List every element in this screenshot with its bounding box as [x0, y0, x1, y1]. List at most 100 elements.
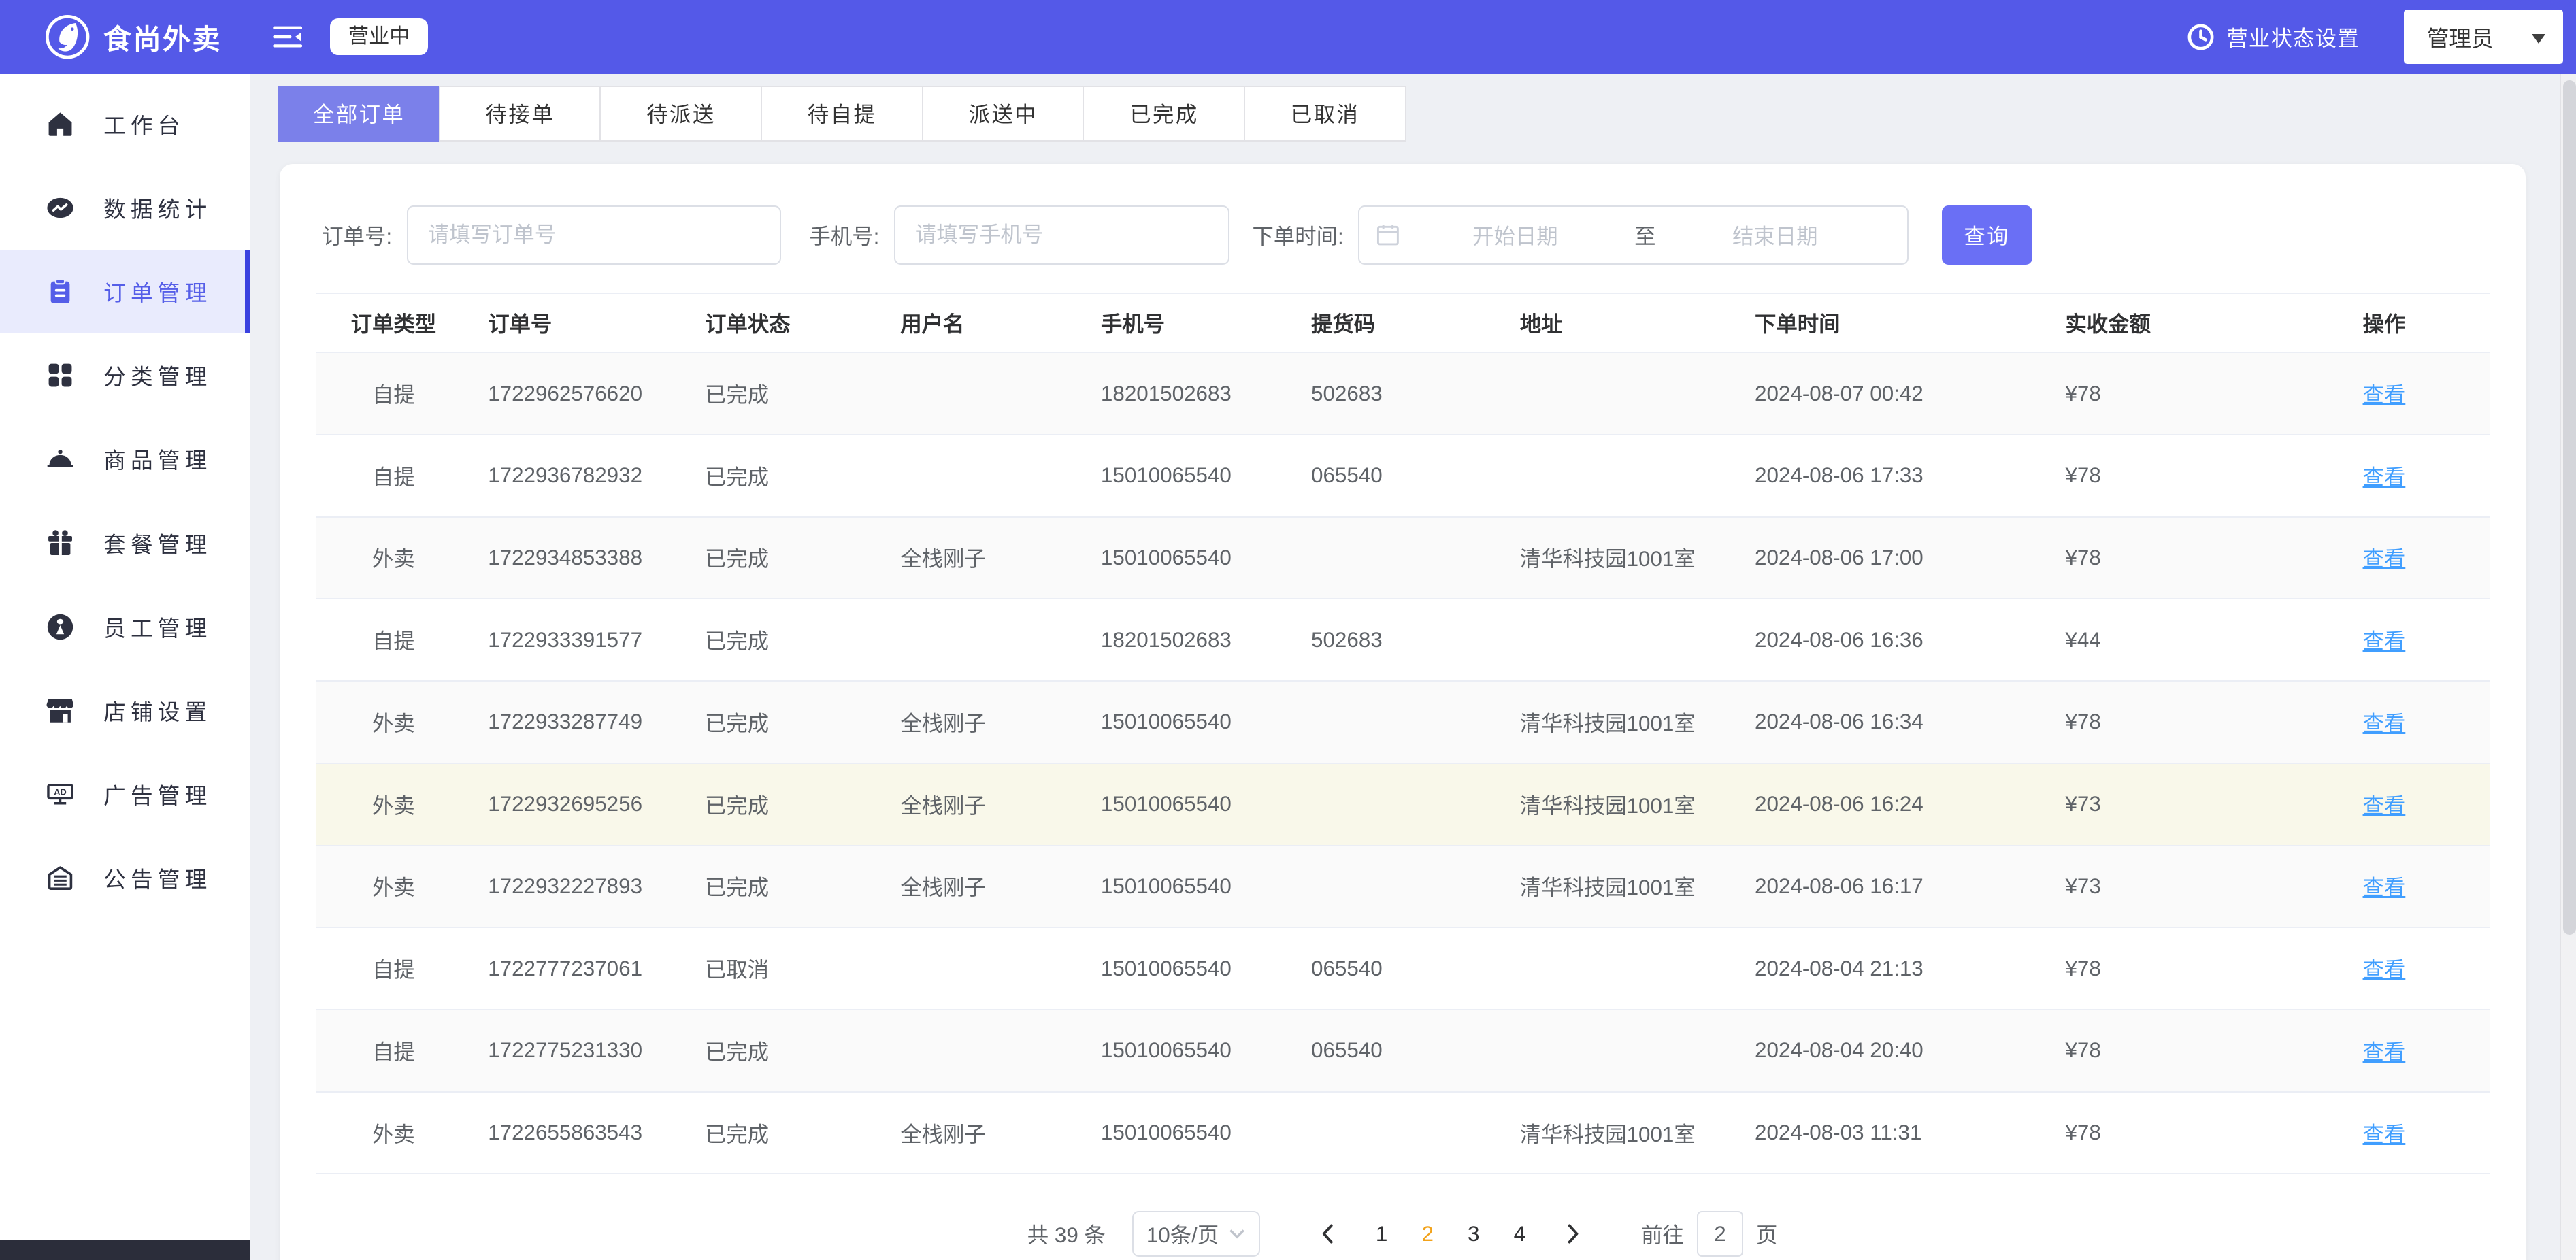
sidebar-item-label: 广告管理: [103, 778, 212, 810]
search-button[interactable]: 查询: [1942, 205, 2032, 265]
phone-input[interactable]: [894, 205, 1229, 265]
page-number[interactable]: 1: [1359, 1211, 1405, 1257]
view-order-link[interactable]: 查看: [2363, 876, 2406, 899]
cell-pickup-code: 065540: [1295, 1038, 1504, 1063]
sidebar-item-label: 员工管理: [103, 611, 212, 643]
cell-order-no: 1722775231330: [472, 1038, 689, 1063]
view-order-link[interactable]: 查看: [2363, 1040, 2406, 1064]
view-order-link[interactable]: 查看: [2363, 794, 2406, 818]
cell-order-no: 1722932695256: [472, 792, 689, 816]
sidebar-item[interactable]: 套餐管理: [0, 501, 250, 585]
admin-dropdown-label: 管理员: [2427, 21, 2494, 53]
sidebar-item[interactable]: AD 广告管理: [0, 752, 250, 836]
cell-phone: 15010065540: [1085, 546, 1295, 570]
cell-order-type: 外卖: [316, 542, 472, 573]
chevron-down-icon: [1229, 1229, 1245, 1238]
table-row: 外卖 1722932227893 已完成 全栈刚子 15010065540 清华…: [316, 846, 2490, 929]
cell-username: 全栈刚子: [884, 707, 1085, 737]
cell-address: 清华科技园1001室: [1504, 707, 1738, 737]
order-status-tab[interactable]: 已取消: [1244, 86, 1406, 142]
cell-phone: 15010065540: [1085, 1121, 1295, 1145]
sidebar-item[interactable]: 公告管理: [0, 836, 250, 920]
page-number[interactable]: 4: [1497, 1211, 1543, 1257]
main-content: 全部订单 待接单 待派送 待自提 派送中 已完成 已取消 订单号:: [250, 74, 2560, 1260]
cell-order-status: 已完成: [689, 707, 884, 737]
order-status-tab[interactable]: 待自提: [761, 86, 923, 142]
sidebar-item[interactable]: 数据统计: [0, 166, 250, 250]
page-number[interactable]: 3: [1451, 1211, 1497, 1257]
calendar-icon: [1376, 223, 1400, 246]
cell-order-time: 2024-08-03 11:31: [1738, 1121, 2049, 1145]
page-number[interactable]: 2: [1404, 1211, 1451, 1257]
table-row: 外卖 1722934853388 已完成 全栈刚子 15010065540 清华…: [316, 518, 2490, 600]
start-date-placeholder: 开始日期: [1399, 220, 1631, 250]
order-status-tab[interactable]: 已完成: [1083, 86, 1245, 142]
scrollbar-thumb[interactable]: [2563, 80, 2576, 935]
view-order-link[interactable]: 查看: [2363, 712, 2406, 735]
cell-order-no: 1722932227893: [472, 874, 689, 899]
next-page-button[interactable]: [1556, 1211, 1592, 1257]
sidebar-collapse-icon[interactable]: [273, 24, 302, 49]
col-username: 用户名: [884, 308, 1085, 338]
cell-amount: ¥44: [2049, 628, 2346, 652]
table-row: 自提 1722936782932 已完成 15010065540 065540 …: [316, 435, 2490, 518]
page-size-label: 10条/页: [1146, 1218, 1219, 1249]
cell-phone: 15010065540: [1085, 710, 1295, 734]
col-phone: 手机号: [1085, 308, 1295, 338]
sidebar-item[interactable]: 分类管理: [0, 333, 250, 417]
order-status-tabs: 全部订单 待接单 待派送 待自提 派送中 已完成 已取消: [280, 86, 1407, 142]
table-header-row: 订单类型 订单号 订单状态 用户名 手机号 提货码 地址 下单时间 实收金额 操…: [316, 293, 2490, 353]
page-size-select[interactable]: 10条/页: [1132, 1211, 1260, 1257]
order-status-tab[interactable]: 全部订单: [278, 86, 440, 142]
date-range-picker[interactable]: 开始日期 至 结束日期: [1358, 205, 1909, 265]
view-order-link[interactable]: 查看: [2363, 1123, 2406, 1146]
cell-phone: 15010065540: [1085, 1038, 1295, 1063]
vertical-scrollbar: [2560, 74, 2576, 1260]
business-status-button[interactable]: 营业状态设置: [2187, 22, 2359, 52]
table-row: 外卖 1722932695256 已完成 全栈刚子 15010065540 清华…: [316, 764, 2490, 846]
cell-order-status: 已完成: [689, 625, 884, 655]
tab-label: 派送中: [969, 98, 1038, 129]
cell-order-time: 2024-08-06 16:34: [1738, 710, 2049, 734]
order-status-tab[interactable]: 派送中: [922, 86, 1085, 142]
order-no-input[interactable]: [407, 205, 782, 265]
cell-order-type: 自提: [316, 461, 472, 491]
order-time-label: 下单时间:: [1252, 220, 1343, 250]
cell-order-status: 已完成: [689, 1035, 884, 1066]
table-row: 自提 1722777237061 已取消 15010065540 065540 …: [316, 928, 2490, 1010]
order-status-tab[interactable]: 待接单: [439, 86, 601, 142]
view-order-link[interactable]: 查看: [2363, 958, 2406, 982]
admin-dropdown[interactable]: 管理员: [2404, 10, 2563, 64]
sidebar-item[interactable]: 店铺设置: [0, 669, 250, 752]
view-order-link[interactable]: 查看: [2363, 629, 2406, 653]
cell-order-no: 1722936782932: [472, 463, 689, 488]
sidebar-menu: 工作台 数据统计 订单管理 分类管理 商品管理 套餐管理: [0, 74, 250, 921]
orders-panel: 订单号: 手机号: 下单时间: 开始日期 至 结束日期 查询 订单类: [280, 164, 2526, 1260]
view-order-link[interactable]: 查看: [2363, 547, 2406, 571]
sidebar-item[interactable]: 订单管理: [0, 250, 250, 333]
cell-amount: ¥78: [2049, 546, 2346, 570]
svg-text:AD: AD: [54, 786, 66, 797]
cell-amount: ¥78: [2049, 957, 2346, 981]
sidebar-item[interactable]: 工作台: [0, 82, 250, 166]
phone-label: 手机号:: [810, 220, 880, 250]
cell-amount: ¥78: [2049, 463, 2346, 488]
sidebar-item-label: 工作台: [103, 108, 185, 140]
sidebar-item-label: 店铺设置: [103, 695, 212, 727]
dish-icon: [44, 444, 76, 475]
cell-order-time: 2024-08-07 00:42: [1738, 382, 2049, 406]
sidebar-item[interactable]: 员工管理: [0, 585, 250, 669]
prev-page-button[interactable]: [1309, 1211, 1345, 1257]
order-status-tab[interactable]: 待派送: [599, 86, 762, 142]
cell-order-no: 1722777237061: [472, 957, 689, 981]
sidebar-item[interactable]: 商品管理: [0, 417, 250, 501]
cell-order-type: 自提: [316, 1035, 472, 1066]
tab-label: 待派送: [646, 98, 715, 129]
view-order-link[interactable]: 查看: [2363, 383, 2406, 407]
caret-down-icon: [2532, 34, 2545, 50]
goto-page-input[interactable]: [1697, 1211, 1743, 1257]
category-icon: [44, 360, 76, 391]
cell-order-type: 外卖: [316, 707, 472, 737]
view-order-link[interactable]: 查看: [2363, 465, 2406, 489]
cell-order-status: 已取消: [689, 953, 884, 984]
